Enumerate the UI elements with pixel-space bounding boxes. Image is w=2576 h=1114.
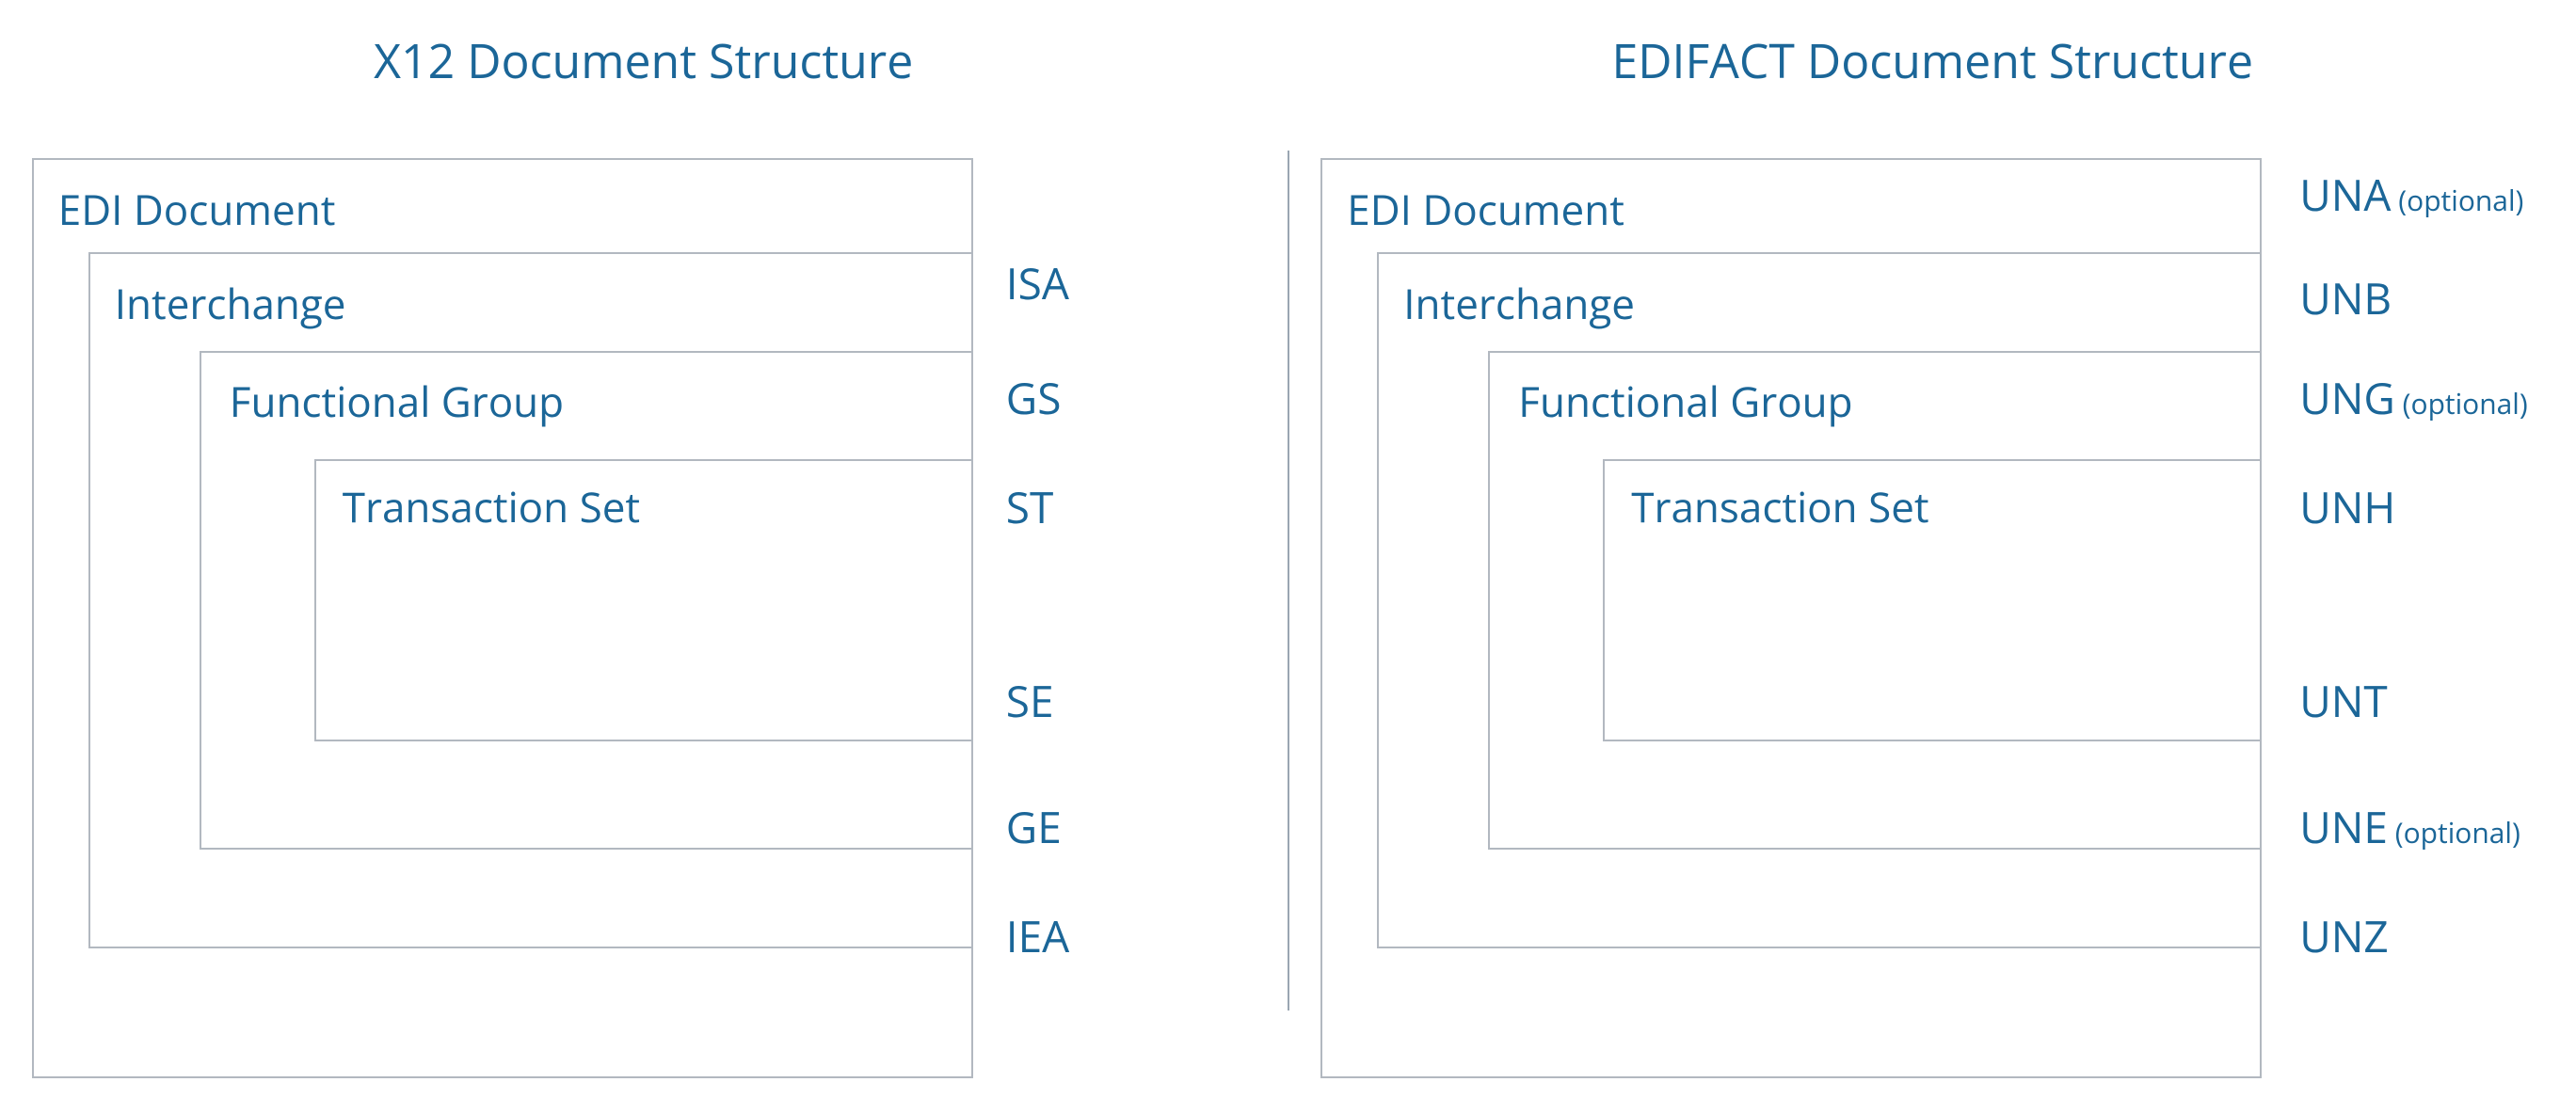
x12-seg-iea: IEA [1006,907,1070,965]
x12-label-interchange: Interchange [115,275,346,331]
edifact-seg-unz: UNZ [2299,907,2389,965]
x12-title: X12 Document Structure [374,28,913,92]
edifact-seg-unb: UNB [2299,269,2392,327]
x12-seg-isa: ISA [1006,254,1069,312]
edifact-diagram: EDI Document Interchange Functional Grou… [1320,158,2544,1086]
x12-label-doc: EDI Document [58,181,336,237]
edifact-label-interchange: Interchange [1403,275,1635,331]
edifact-label-group: Functional Group [1518,373,1852,429]
edifact-label-doc: EDI Document [1347,181,1624,237]
x12-diagram: EDI Document Interchange Functional Grou… [32,158,1256,1086]
edifact-panel: EDIFACT Document Structure EDI Document … [1289,28,2576,1086]
edifact-label-tset: Transaction Set [1631,478,1928,534]
edifact-title: EDIFACT Document Structure [1611,28,2253,92]
diagram-container: X12 Document Structure EDI Document Inte… [0,0,2576,1114]
x12-seg-gs: GS [1006,369,1062,427]
edifact-seg-unh: UNH [2299,478,2395,536]
x12-panel: X12 Document Structure EDI Document Inte… [0,28,1288,1086]
edifact-seg-unt: UNT [2299,672,2388,730]
x12-seg-st: ST [1006,478,1054,536]
x12-label-group: Functional Group [230,373,564,429]
edifact-seg-une: UNE (optional) [2299,798,2520,856]
x12-seg-se: SE [1006,672,1054,730]
x12-seg-ge: GE [1006,798,1062,856]
edifact-seg-una: UNA (optional) [2299,166,2523,224]
x12-label-tset: Transaction Set [343,478,640,534]
edifact-seg-ung: UNG (optional) [2299,369,2527,427]
